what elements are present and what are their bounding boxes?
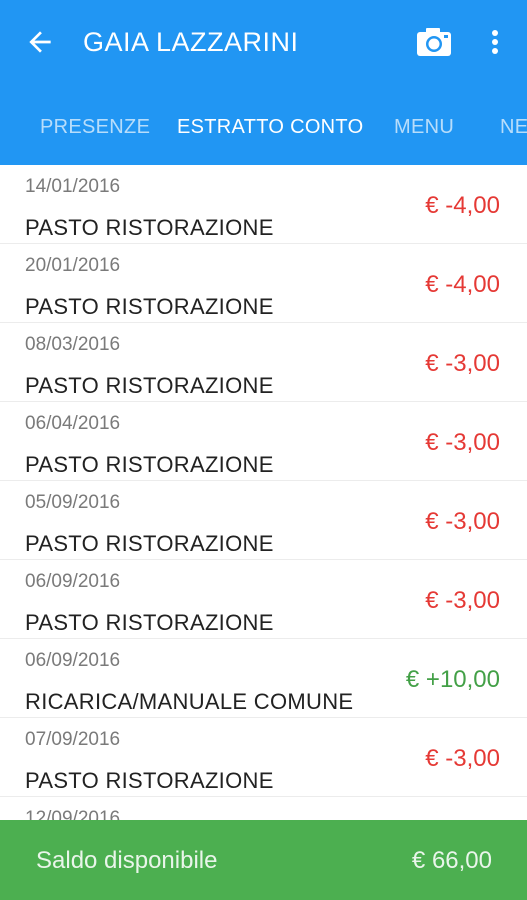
tab-bar: PRESENZE ESTRATTO CONTO MENU NE	[0, 95, 527, 165]
transaction-description: PASTO RISTORAZIONE	[25, 294, 274, 319]
transaction-amount: € -4,00	[425, 271, 500, 298]
transaction-description: PASTO RISTORAZIONE	[25, 215, 274, 240]
list-item[interactable]: 08/03/2016 PASTO RISTORAZIONE € -3,00	[0, 323, 527, 402]
transaction-description: PASTO RISTORAZIONE	[25, 768, 274, 793]
transaction-date: 14/01/2016	[25, 176, 121, 197]
transaction-description: PASTO RISTORAZIONE	[25, 373, 274, 398]
tab-menu[interactable]: MENU	[394, 115, 454, 139]
transaction-amount: € -3,00	[425, 745, 500, 772]
app-bar: GAIA LAZZARINI PRESENZE ESTRATTO CONTO M…	[0, 0, 527, 165]
list-item[interactable]: 12/09/2016	[0, 797, 527, 820]
list-item[interactable]: 14/01/2016 PASTO RISTORAZIONE € -4,00	[0, 165, 527, 244]
transaction-description: RICARICA/MANUALE COMUNE	[25, 689, 354, 714]
transaction-amount: € -3,00	[425, 429, 500, 456]
list-item[interactable]: 05/09/2016 PASTO RISTORAZIONE € -3,00	[0, 481, 527, 560]
page-title: GAIA LAZZARINI	[83, 27, 299, 57]
transaction-date: 20/01/2016	[25, 255, 121, 276]
transaction-amount: € +10,00	[405, 666, 500, 693]
balance-label: Saldo disponibile	[36, 847, 218, 874]
list-item[interactable]: 06/09/2016 RICARICA/MANUALE COMUNE € +10…	[0, 639, 527, 718]
transaction-date: 06/09/2016	[25, 650, 121, 671]
transaction-description: PASTO RISTORAZIONE	[25, 452, 274, 477]
transaction-date: 12/09/2016	[25, 808, 121, 820]
transaction-amount: € -3,00	[425, 350, 500, 377]
transaction-description: PASTO RISTORAZIONE	[25, 610, 274, 635]
transaction-date: 05/09/2016	[25, 492, 121, 513]
balance-value: € 66,00	[411, 847, 492, 874]
camera-icon[interactable]	[414, 24, 454, 60]
transaction-date: 08/03/2016	[25, 334, 121, 355]
tab-next[interactable]: NE	[500, 115, 527, 139]
transaction-amount: € -4,00	[425, 192, 500, 219]
list-item[interactable]: 06/04/2016 PASTO RISTORAZIONE € -3,00	[0, 402, 527, 481]
tab-presenze[interactable]: PRESENZE	[40, 115, 150, 139]
transaction-date: 06/04/2016	[25, 413, 121, 434]
transaction-date: 07/09/2016	[25, 729, 121, 750]
list-item[interactable]: 20/01/2016 PASTO RISTORAZIONE € -4,00	[0, 244, 527, 323]
transaction-amount: € -3,00	[425, 508, 500, 535]
list-item[interactable]: 06/09/2016 PASTO RISTORAZIONE € -3,00	[0, 560, 527, 639]
transaction-date: 06/09/2016	[25, 571, 121, 592]
balance-bar: Saldo disponibile € 66,00	[0, 820, 527, 900]
tab-estratto-conto[interactable]: ESTRATTO CONTO	[177, 115, 363, 139]
arrow-left-icon[interactable]	[24, 26, 56, 58]
transaction-list[interactable]: 14/01/2016 PASTO RISTORAZIONE € -4,00 20…	[0, 165, 527, 820]
transaction-description: PASTO RISTORAZIONE	[25, 531, 274, 556]
transaction-amount: € -3,00	[425, 587, 500, 614]
more-vertical-icon[interactable]	[480, 24, 510, 60]
list-item[interactable]: 07/09/2016 PASTO RISTORAZIONE € -3,00	[0, 718, 527, 797]
